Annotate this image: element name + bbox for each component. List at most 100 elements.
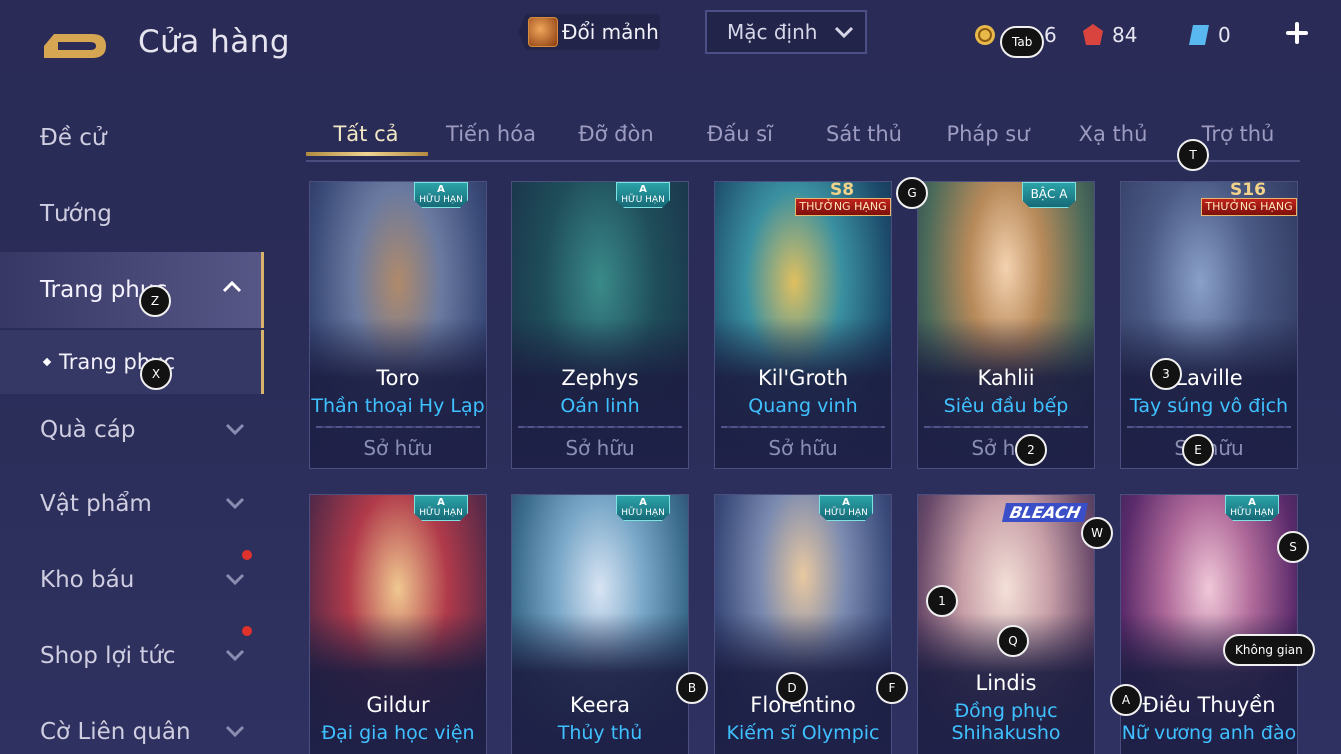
owned-status: Sở hữu — [768, 436, 838, 460]
rank-reward-badge: THƯỞNG HẠNG — [795, 198, 891, 216]
sidebar-item-profit-shop[interactable]: Shop lợi tức — [0, 620, 264, 692]
voucher-currency: 0 — [1188, 20, 1231, 50]
tab-label: Tiến hóa — [446, 122, 536, 146]
key-hint-2: 2 — [1015, 434, 1047, 466]
notification-dot — [242, 550, 252, 560]
treasure-chest-icon — [528, 17, 558, 47]
sidebar-item-label: Kho báu — [40, 567, 135, 593]
ruby-icon — [1083, 24, 1103, 45]
card-divider — [924, 426, 1088, 428]
sidebar-item-label: Quà cáp — [40, 417, 136, 443]
key-hint-g: G — [896, 177, 928, 209]
limited-tier-badge: A HỮU HẠN — [616, 495, 670, 521]
sidebar-item-label: Tướng — [40, 201, 112, 227]
key-hint-3: 3 — [1150, 358, 1182, 390]
hero-name: Toro — [376, 366, 420, 390]
hero-name: Lindis — [975, 671, 1037, 695]
ruby-amount: 84 — [1112, 23, 1138, 47]
sidebar-item-items[interactable]: Vật phẩm — [0, 468, 264, 540]
sidebar-item-skins[interactable]: Trang phục — [0, 252, 264, 328]
key-hint-x: X — [140, 358, 172, 390]
limited-tier-badge: A HỮU HẠN — [616, 182, 670, 208]
hero-name: Gildur — [366, 693, 430, 717]
skin-card[interactable]: A HỮU HẠN Keera Thủy thủ — [511, 494, 689, 754]
chevron-down-icon — [225, 725, 245, 738]
sidebar-item-heroes[interactable]: Tướng — [0, 178, 264, 250]
key-hint-1: 1 — [926, 585, 958, 617]
tab-evolution[interactable]: Tiến hóa — [431, 122, 551, 146]
voucher-icon — [1189, 25, 1209, 45]
skin-name: Tay súng vô địch — [1129, 395, 1289, 417]
skin-card[interactable]: S16 THƯỞNG HẠNG Laville Tay súng vô địch… — [1120, 181, 1298, 469]
limited-tier-badge: A HỮU HẠN — [414, 182, 468, 208]
bleach-collab-logo: BLEACH — [1001, 503, 1089, 522]
skin-card[interactable]: BẬC A Kahlii Siêu đầu bếp Sở hữu — [917, 181, 1095, 469]
key-hint-d: D — [776, 672, 808, 704]
chevron-down-icon — [225, 573, 245, 586]
plus-icon[interactable] — [1284, 20, 1310, 46]
tab-fighter[interactable]: Đấu sĩ — [680, 122, 800, 146]
owned-status: Sở hữu — [363, 436, 433, 460]
skin-name: Quang vinh — [748, 395, 858, 417]
sidebar-subitem-skins[interactable]: Trang phục — [0, 330, 264, 394]
fragment-exchange-button[interactable]: Đổi mảnh — [518, 14, 660, 50]
skin-card[interactable]: A HỮU HẠN Toro Thần thoại Hy Lạp Sở hữu — [309, 181, 487, 469]
sidebar-item-label: Shop lợi tức — [40, 643, 176, 669]
notification-dot — [242, 626, 252, 636]
tab-label: Trợ thủ — [1201, 122, 1275, 146]
skin-name: Thủy thủ — [557, 722, 643, 744]
gold-coin-icon — [975, 25, 995, 45]
sort-dropdown-value: Mặc định — [727, 20, 818, 44]
key-hint-t: T — [1177, 139, 1209, 171]
limited-tier-badge: A HỮU HẠN — [819, 495, 873, 521]
tab-label: Pháp sư — [946, 122, 1030, 146]
sidebar-item-label: Vật phẩm — [40, 491, 152, 517]
key-hint-z: Z — [139, 285, 171, 317]
tab-assassin[interactable]: Sát thủ — [804, 122, 924, 146]
key-hint-s: S — [1277, 531, 1309, 563]
tab-label: Sát thủ — [826, 122, 902, 146]
skin-name: Kiếm sĩ Olympic — [726, 722, 880, 744]
card-divider — [316, 426, 480, 428]
limited-tier-badge: A HỮU HẠN — [1225, 495, 1279, 521]
owned-status: Sở hữu — [971, 436, 1041, 460]
key-hint-tab: Tab — [1000, 26, 1045, 58]
skin-card[interactable]: A HỮU HẠN Điêu Thuyền Nữ vương anh đào — [1120, 494, 1298, 754]
voucher-amount: 0 — [1218, 23, 1231, 47]
tab-marksman[interactable]: Xạ thủ — [1053, 122, 1173, 146]
skin-card[interactable]: A HỮU HẠN Zephys Oán linh Sở hữu — [511, 181, 689, 469]
fragment-exchange-label: Đổi mảnh — [562, 20, 659, 44]
skin-card[interactable]: S8 THƯỞNG HẠNG Kil'Groth Quang vinh Sở h… — [714, 181, 892, 469]
card-divider — [721, 426, 885, 428]
skin-card[interactable]: BLEACH Lindis Đồng phục Shihakusho — [917, 494, 1095, 754]
owned-status: Sở hữu — [565, 436, 635, 460]
key-hint-e: E — [1182, 434, 1214, 466]
sidebar-item-treasure[interactable]: Kho báu — [0, 544, 264, 616]
sidebar-item-label: Đề cử — [40, 125, 107, 151]
card-divider — [1127, 426, 1291, 428]
sort-dropdown[interactable]: Mặc định — [705, 10, 867, 54]
tab-label: Đấu sĩ — [707, 122, 773, 146]
sidebar-item-chess[interactable]: Cờ Liên quân — [0, 696, 264, 754]
chevron-down-icon — [834, 26, 854, 39]
tab-mage[interactable]: Pháp sư — [928, 122, 1048, 146]
skin-card[interactable]: A HỮU HẠN Florentino Kiếm sĩ Olympic — [714, 494, 892, 754]
skin-name: Thần thoại Hy Lạp — [311, 395, 485, 417]
tab-all[interactable]: Tất cả — [306, 122, 428, 156]
sidebar-item-recommended[interactable]: Đề cử — [0, 102, 264, 174]
skin-card[interactable]: A HỮU HẠN Gildur Đại gia học viện — [309, 494, 487, 754]
key-hint-w: W — [1081, 517, 1113, 549]
key-hint-f: F — [876, 672, 908, 704]
skin-name: Nữ vương anh đào — [1121, 722, 1297, 744]
sidebar: Đề cử Tướng Trang phục Trang phục Quà cá… — [0, 100, 264, 754]
tier-badge: BẬC A — [1022, 182, 1076, 208]
hero-name: Kil'Groth — [757, 366, 849, 390]
top-bar: Cửa hàng Đổi mảnh Mặc định 6 84 0 — [0, 0, 1341, 80]
key-hint-b: B — [676, 672, 708, 704]
hero-name: Kahlii — [977, 366, 1035, 390]
tab-tank[interactable]: Đỡ đòn — [556, 122, 676, 146]
key-hint-q: Q — [997, 625, 1029, 657]
back-arrow-icon[interactable] — [40, 24, 110, 62]
sidebar-item-gifts[interactable]: Quà cáp — [0, 394, 264, 466]
tab-label: Tất cả — [333, 122, 399, 146]
